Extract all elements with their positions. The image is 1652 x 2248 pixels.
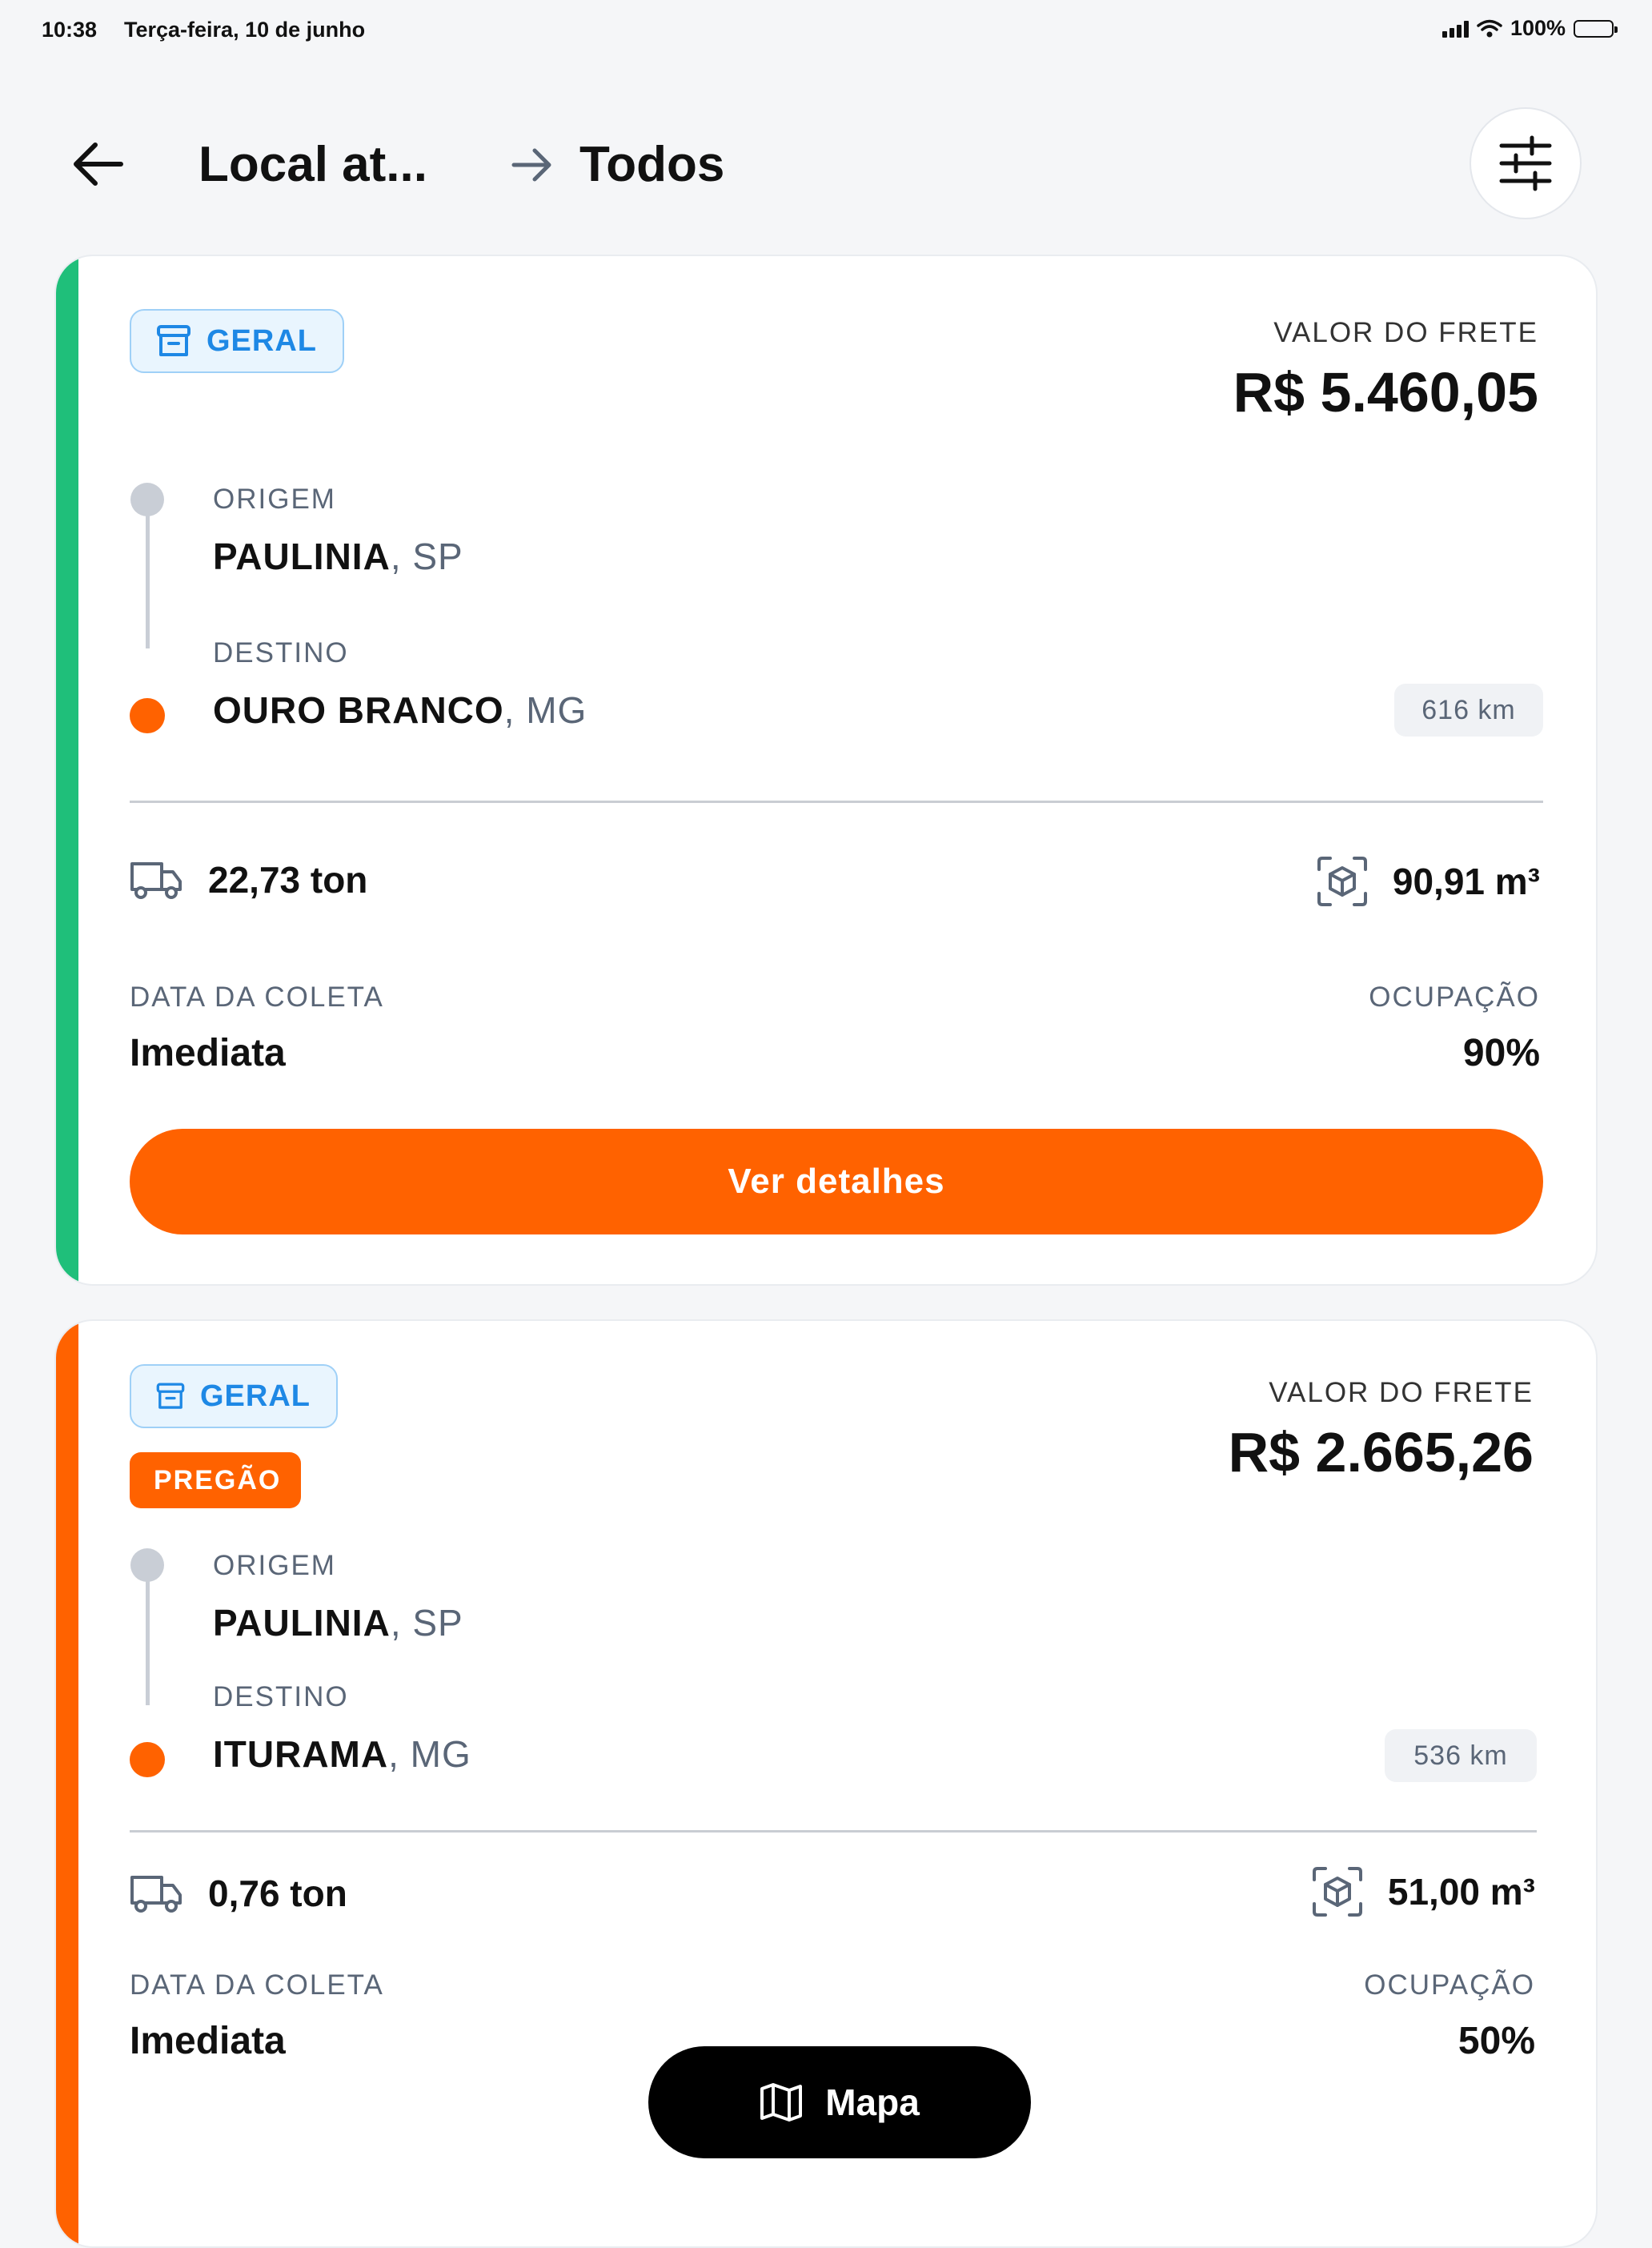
signal-icon (1441, 20, 1469, 38)
occupancy-value: 90% (1462, 1032, 1540, 1074)
map-icon (760, 2083, 803, 2122)
volume-metric: 51,00 m³ (1311, 1865, 1535, 1918)
archive-box-icon (156, 1383, 185, 1409)
origin-label: ORIGEM (213, 484, 336, 515)
volume-value: 90,91 m³ (1392, 861, 1540, 902)
pickup-date-value: Imediata (130, 1032, 286, 1074)
origin-city: PAULINIA, SP (213, 1602, 463, 1644)
volume-value: 51,00 m³ (1387, 1871, 1535, 1913)
weight-metric: 22,73 ton (130, 858, 367, 901)
truck-icon (130, 1876, 182, 1913)
status-time: 10:38 (42, 18, 98, 42)
freight-value: R$ 2.665,26 (1228, 1421, 1534, 1483)
status-right: 100% (1441, 16, 1618, 41)
filter-button[interactable] (1470, 107, 1582, 219)
origin-label: ORIGEM (213, 1550, 336, 1581)
weight-value: 0,76 ton (208, 1873, 347, 1914)
view-details-button[interactable]: Ver detalhes (130, 1129, 1543, 1234)
map-button-label: Mapa (825, 2081, 920, 2123)
distance-badge: 616 km (1394, 684, 1543, 737)
route-line (146, 512, 150, 648)
map-button[interactable]: Mapa (648, 2046, 1031, 2158)
header: Local at... Todos (0, 104, 1652, 224)
battery-percent: 100% (1510, 16, 1566, 40)
cube-scan-icon (1312, 1867, 1362, 1917)
card-divider (130, 1830, 1537, 1833)
occupancy-value: 50% (1458, 2020, 1535, 2062)
destination-dot (130, 1742, 165, 1777)
battery-icon (1574, 19, 1618, 38)
origin-dot (130, 483, 164, 516)
destination-dot (130, 698, 165, 733)
occupancy-label: OCUPAÇÃO (1364, 1969, 1535, 2001)
destination-city: OURO BRANCO, MG (213, 689, 587, 731)
truck-icon (130, 862, 182, 899)
card-status-stripe (56, 256, 78, 1284)
pickup-date-value: Imediata (130, 2020, 286, 2062)
status-date: Terça-feira, 10 de junho (124, 18, 366, 42)
destination-label: DESTINO (213, 637, 349, 668)
origin-city: PAULINIA, SP (213, 536, 463, 577)
archive-box-icon (157, 325, 190, 356)
wifi-icon (1477, 19, 1502, 37)
card-status-stripe (56, 1321, 78, 2246)
freight-value-label: VALOR DO FRETE (1273, 317, 1538, 348)
weight-metric: 0,76 ton (130, 1872, 347, 1915)
category-tag-label: GERAL (206, 323, 317, 358)
weight-value: 22,73 ton (208, 859, 368, 901)
freight-value-label: VALOR DO FRETE (1269, 1377, 1534, 1408)
pickup-date-label: DATA DA COLETA (130, 1969, 384, 2001)
category-tag: GERAL (130, 1364, 338, 1428)
filter-sliders-icon (1499, 135, 1552, 191)
volume-metric: 90,91 m³ (1316, 855, 1540, 908)
occupancy-label: OCUPAÇÃO (1369, 981, 1540, 1013)
cube-scan-icon (1317, 857, 1367, 906)
chevron-arrow-icon (511, 148, 551, 182)
freight-value: R$ 5.460,05 (1233, 361, 1538, 424)
breadcrumb-filter[interactable]: Todos (579, 136, 724, 193)
breadcrumb-location[interactable]: Local at... (198, 136, 427, 193)
category-tag: GERAL (130, 309, 344, 373)
status-bar: 10:38 Terça-feira, 10 de junho 100% (0, 0, 1652, 64)
freight-card[interactable]: GERAL VALOR DO FRETE R$ 5.460,05 ORIGEM … (54, 255, 1598, 1286)
back-arrow-icon (74, 143, 123, 186)
back-button[interactable] (70, 136, 126, 192)
route-line (146, 1577, 150, 1705)
auction-badge: PREGÃO (130, 1452, 301, 1508)
card-divider (130, 801, 1543, 803)
distance-badge: 536 km (1385, 1729, 1537, 1782)
destination-city: ITURAMA, MG (213, 1733, 471, 1775)
destination-label: DESTINO (213, 1681, 349, 1712)
pickup-date-label: DATA DA COLETA (130, 981, 384, 1013)
category-tag-label: GERAL (200, 1379, 311, 1413)
